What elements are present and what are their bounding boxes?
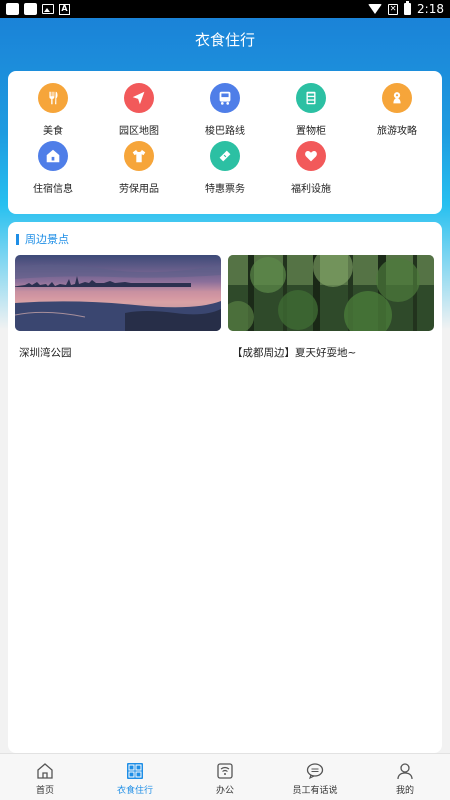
chat-icon [305,761,325,781]
nav-item-mine[interactable]: 我的 [360,754,450,800]
menu-label: 梭巴路线 [205,126,245,137]
user-icon [395,761,415,781]
attraction-card[interactable]: 深圳湾公园 [15,255,221,360]
battery-icon [404,1,412,15]
menu-label: 旅游攻略 [377,126,417,137]
map-navigation-icon [124,83,154,113]
nav-item-employee-voice[interactable]: 员工有话说 [270,754,360,800]
notification-icons: A [6,3,70,15]
wifi-icon [368,4,383,14]
nav-item-clothing-food-housing-transport[interactable]: 衣食住行 [90,754,180,800]
bus-icon [210,83,240,113]
menu-label: 福利设施 [291,184,331,195]
app-notification-icon [6,3,19,15]
menu-item-protective-supplies[interactable]: 劳保用品 [96,141,182,195]
no-sim-icon: ✕ [388,3,399,15]
nav-label: 我的 [395,786,414,796]
app-notification-icon [24,3,37,15]
menu-item-welfare-facilities[interactable]: 福利设施 [268,141,354,195]
nav-item-office[interactable]: 办公 [180,754,270,800]
service-menu-card: 美食 园区地图 梭巴路线 置物柜 旅游攻略 住宿信息 劳保用品 特惠票务 福利设… [8,71,442,214]
nav-item-home[interactable]: 首页 [0,754,90,800]
heart-icon [296,141,326,171]
menu-item-park-map[interactable]: 园区地图 [96,83,182,137]
menu-item-travel-guide[interactable]: 旅游攻略 [354,83,440,137]
menu-item-accommodation[interactable]: 住宿信息 [10,141,96,195]
attraction-caption: 深圳湾公园 [19,347,72,359]
home-icon [35,761,55,781]
nav-label: 办公 [215,786,234,796]
attraction-caption: 【成都周边】夏天好耍地~ [232,347,357,359]
nearby-attractions-section: 周边景点 深圳湾公园 【成都周边】夏天好耍地~ [8,222,442,753]
menu-item-locker[interactable]: 置物柜 [268,83,354,137]
section-title: 周边景点 [25,233,69,246]
text-notification-icon: A [59,3,70,15]
menu-label: 置物柜 [296,126,326,137]
nav-label: 首页 [35,786,54,796]
section-accent-bar [16,233,19,245]
locker-icon [296,83,326,113]
bay-skyline-sunset-image [15,255,221,331]
menu-label: 住宿信息 [33,184,73,195]
menu-label: 美食 [43,126,63,137]
food-icon [38,83,68,113]
nav-label: 员工有话说 [292,786,338,796]
image-notification-icon [42,4,54,14]
menu-label: 特惠票务 [205,184,245,195]
office-icon [215,761,235,781]
travel-guide-icon [382,83,412,113]
system-icons: ✕ 2:18 [368,1,444,16]
attraction-card[interactable]: 【成都周边】夏天好耍地~ [228,255,434,360]
grid-icon [125,761,145,781]
app-header: 衣食住行 [0,18,450,60]
page-title: 衣食住行 [194,30,255,49]
menu-label: 园区地图 [119,126,159,137]
menu-item-shuttle-route[interactable]: 梭巴路线 [182,83,268,137]
status-bar: A ✕ 2:18 [0,0,450,18]
forest-image [228,255,434,331]
ticket-icon [210,141,240,171]
shirt-icon [124,141,154,171]
status-time: 2:18 [417,2,444,16]
nav-label: 衣食住行 [116,786,153,796]
bottom-navigation: 首页 衣食住行 办公 员工有话说 我的 [0,753,450,800]
menu-item-food[interactable]: 美食 [10,83,96,137]
menu-item-discount-tickets[interactable]: 特惠票务 [182,141,268,195]
home-icon [38,141,68,171]
menu-label: 劳保用品 [119,184,159,195]
section-header: 周边景点 [16,231,69,247]
